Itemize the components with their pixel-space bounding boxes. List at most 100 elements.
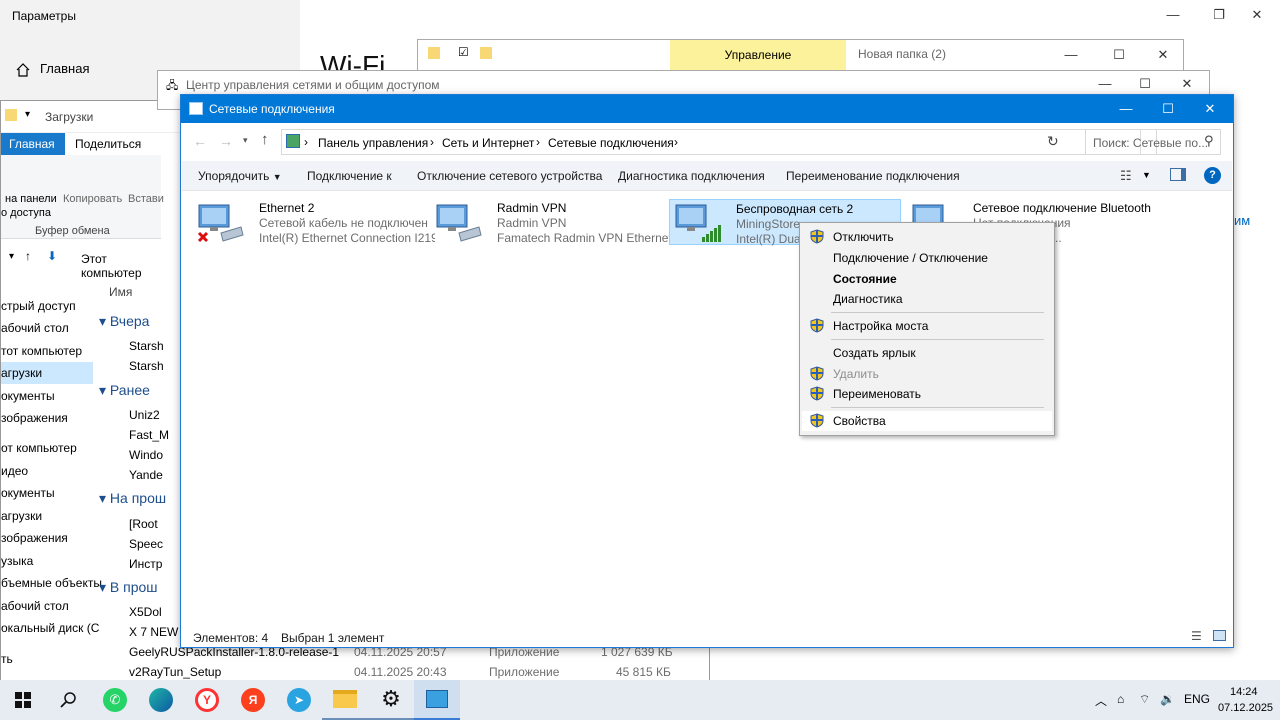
nav-item[interactable]: абочий стол (1, 595, 69, 617)
downloads-address-bar[interactable]: ▾ ↑ ⬇ Этот компьютер (1, 247, 161, 280)
file-item[interactable]: [Root (129, 513, 158, 535)
file-item[interactable]: Starsh (129, 335, 164, 357)
taskbar-edge[interactable] (138, 680, 184, 720)
diagnose-button[interactable]: Диагностика подключения (618, 169, 765, 183)
nav-item[interactable]: окальный диск (C (1, 617, 99, 639)
file-item[interactable]: Starsh (129, 355, 164, 377)
settings-close-button[interactable]: ✕ (1234, 0, 1280, 30)
file-item[interactable]: X5Dol (129, 601, 162, 623)
breadcrumb-item[interactable]: Сетевые подключения (548, 136, 674, 150)
connection-ethernet2[interactable]: Ethernet 2 Сетевой кабель не подключен I… (193, 199, 435, 245)
taskbar-settings[interactable]: ⚙ (368, 680, 414, 720)
nav-item[interactable]: зображения (1, 407, 68, 429)
settings-home-link[interactable]: Главная (16, 61, 89, 77)
tiles-view-icon[interactable] (1213, 630, 1226, 641)
refresh-icon[interactable]: ↻ (1047, 133, 1059, 150)
tab-share[interactable]: Поделиться (75, 137, 141, 151)
recent-chevron-icon[interactable]: ▾ (243, 135, 248, 146)
language-indicator[interactable]: ENG (1184, 692, 1210, 706)
network-status-icon[interactable]: ⌂ (1117, 692, 1124, 706)
up-arrow-icon[interactable]: ↑ (25, 249, 31, 263)
nav-item-selected[interactable]: агрузки (1, 362, 93, 384)
nav-item[interactable]: ть (1, 648, 13, 670)
tray-overflow-icon[interactable]: ︿ (1095, 692, 1107, 709)
settings-minimize-button[interactable]: — (1150, 0, 1196, 30)
file-item[interactable]: Speec (129, 533, 163, 555)
help-icon[interactable]: ? (1204, 167, 1221, 184)
chevron-down-icon[interactable]: ▾ (9, 251, 14, 262)
back-arrow-icon[interactable]: ← (193, 133, 207, 149)
breadcrumb-item[interactable]: Сеть и Интернет (442, 136, 534, 150)
nav-item[interactable]: агрузки (1, 505, 42, 527)
file-item[interactable]: X 7 NEW (129, 621, 178, 643)
tab-manage[interactable]: Управление (670, 40, 846, 70)
nav-item[interactable]: бъемные объекты (1, 572, 102, 594)
search-input[interactable]: Поиск: Сетевые по... ⚲ (1085, 129, 1221, 155)
menu-item-disable[interactable]: Отключить (802, 227, 1052, 247)
ribbon-copy-button[interactable]: Копировать (63, 193, 122, 205)
taskbar-yandex-browser[interactable]: Y (184, 680, 230, 720)
connect-to-button[interactable]: Подключение к (307, 169, 392, 183)
nav-item[interactable]: от компьютер (1, 437, 77, 459)
group-header[interactable]: ▾ Ранее (99, 382, 150, 399)
quick-access-dropdown-icon[interactable]: ▾ (25, 109, 30, 120)
start-button[interactable] (0, 680, 46, 720)
file-item[interactable]: Yande (129, 464, 163, 486)
view-options-icon[interactable]: ☷ (1120, 168, 1132, 184)
nav-item[interactable]: идео (1, 460, 28, 482)
group-header[interactable]: ▾ На прош (99, 490, 166, 507)
forward-arrow-icon[interactable]: → (219, 133, 233, 149)
search-button[interactable] (46, 680, 92, 720)
menu-item-delete[interactable]: Удалить (802, 364, 1052, 384)
taskbar-control-panel[interactable] (414, 680, 460, 720)
preview-pane-icon[interactable] (1170, 168, 1186, 181)
group-header[interactable]: ▾ В прош (99, 579, 158, 596)
group-header[interactable]: ▾ Вчера (99, 313, 149, 330)
menu-item-properties[interactable]: Свойства (802, 411, 1052, 431)
nav-item[interactable]: окументы (1, 385, 55, 407)
nav-item[interactable]: окументы (1, 482, 55, 504)
up-arrow-icon[interactable]: ↑ (261, 131, 269, 148)
ribbon-pin-label[interactable]: на панели (5, 193, 57, 205)
nav-item[interactable]: узыка (1, 550, 33, 572)
rename-button[interactable]: Переименование подключения (786, 169, 960, 183)
taskbar-telegram[interactable]: ➤ (276, 680, 322, 720)
close-button[interactable]: ✕ (1187, 95, 1233, 123)
breadcrumb-item[interactable]: Панель управления (318, 136, 428, 150)
close-button[interactable]: ✕ (1140, 40, 1186, 70)
maximize-button[interactable]: ☐ (1145, 95, 1191, 123)
minimize-button[interactable]: — (1048, 40, 1094, 70)
nav-item[interactable]: зображения (1, 527, 68, 549)
nav-item[interactable]: тот компьютер (1, 340, 82, 362)
view-dropdown-icon[interactable]: ▼ (1142, 170, 1151, 180)
maximize-button[interactable]: ☐ (1096, 40, 1142, 70)
menu-item-rename[interactable]: Переименовать (802, 384, 1052, 404)
menu-item-status[interactable]: Состояние (802, 269, 1052, 289)
volume-icon[interactable]: 🔉 (1160, 692, 1175, 706)
wifi-icon[interactable]: ⌔ (1139, 692, 1150, 707)
menu-item-diagnose[interactable]: Диагностика (802, 289, 1052, 309)
menu-item-create-shortcut[interactable]: Создать ярлык (802, 343, 1052, 363)
clock-date[interactable]: 07.12.2025 (1218, 702, 1273, 714)
tab-home[interactable]: Главная (1, 133, 65, 155)
nav-item[interactable]: стрый доступ (1, 295, 76, 317)
nav-item[interactable]: абочий стол (1, 317, 69, 339)
taskbar-whatsapp[interactable]: ✆ (92, 680, 138, 720)
connection-radmin-vpn[interactable]: Radmin VPN Radmin VPN Famatech Radmin VP… (431, 199, 673, 245)
file-item[interactable]: Инстр (129, 553, 162, 575)
taskbar-explorer[interactable] (322, 680, 368, 720)
menu-item-connect-disconnect[interactable]: Подключение / Отключение (802, 248, 1052, 268)
details-view-icon[interactable]: ☰ (1191, 629, 1202, 643)
column-name[interactable]: Имя (109, 285, 132, 299)
address-bar[interactable]: › Панель управления › Сеть и Интернет › … (281, 129, 1157, 155)
file-item[interactable]: Uniz2 (129, 404, 160, 426)
file-item[interactable]: Fast_M (129, 424, 169, 446)
clock-time[interactable]: 14:24 (1230, 686, 1258, 698)
ribbon-paste-button[interactable]: Встави (128, 193, 164, 205)
search-icon[interactable]: ⚲ (1204, 133, 1214, 149)
menu-item-bridge[interactable]: Настройка моста (802, 316, 1052, 336)
organize-button[interactable]: Упорядочить ▼ (198, 169, 282, 183)
disable-device-button[interactable]: Отключение сетевого устройства (417, 169, 602, 183)
ribbon-pin-label-2[interactable]: о доступа (1, 207, 51, 219)
settings-link[interactable]: им (1234, 213, 1250, 228)
